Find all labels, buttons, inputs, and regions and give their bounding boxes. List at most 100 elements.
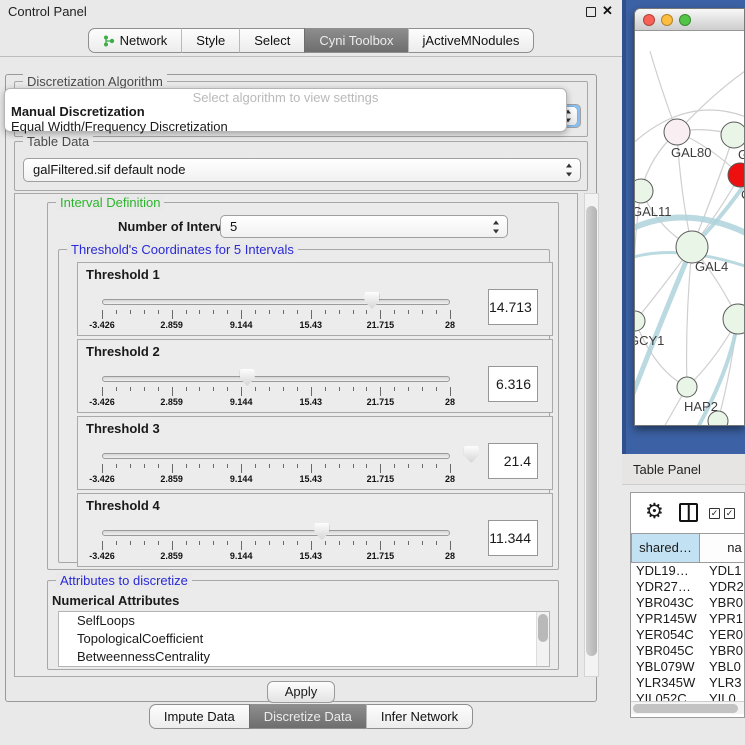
threshold-slider-track[interactable] — [102, 453, 450, 459]
threshold-slider-thumb[interactable] — [364, 292, 379, 309]
table-row[interactable]: YER054CYER0 — [631, 627, 745, 643]
tabbar-divider — [0, 56, 622, 57]
table-row[interactable]: YLR345WYLR3 — [631, 675, 745, 691]
threshold-value-field[interactable]: 14.713 — [488, 289, 538, 325]
network-node-gcy1[interactable] — [635, 311, 645, 331]
tick-label: -3.426 — [89, 397, 115, 407]
numerical-attributes-list[interactable]: SelfLoopsTopologicalCoefficientBetweenne… — [58, 611, 550, 667]
threshold-slider-track[interactable] — [102, 299, 450, 305]
close-icon[interactable]: ✕ — [602, 3, 613, 19]
network-node-gal11[interactable] — [635, 179, 653, 203]
popup-item[interactable]: Equal Width/Frequency Discretization — [11, 119, 228, 134]
slider-ticks — [102, 310, 450, 320]
network-canvas[interactable]: GAL80GACGAL11GAL4GCY1HHAP2 — [635, 31, 744, 425]
network-node-h-node[interactable] — [723, 304, 744, 334]
network-edge[interactable] — [677, 61, 744, 132]
table-cell: YDL1 — [700, 563, 745, 579]
checkbox-icon[interactable]: ✓ — [724, 508, 735, 519]
attribute-list-item[interactable]: TopologicalCoefficient — [59, 630, 549, 648]
table-cell: YBR0 — [700, 595, 745, 611]
node-label: C — [741, 187, 744, 202]
threshold-value-field[interactable]: 11.344 — [488, 520, 538, 556]
tab-label: jActiveMNodules — [423, 29, 520, 52]
tick-label: 28 — [445, 551, 455, 561]
table-cell: YBR043C — [631, 595, 700, 611]
table-row[interactable]: YBR045CYBR0 — [631, 643, 745, 659]
table-data-group: Table Data galFiltered.sif default node — [14, 141, 588, 191]
tab-style[interactable]: Style — [181, 28, 239, 53]
tick-label: 9.144 — [230, 397, 253, 407]
network-window-titlebar[interactable] — [635, 9, 744, 31]
table-row[interactable]: YBR043CYBR0 — [631, 595, 745, 611]
number-of-intervals-combo[interactable]: 5 — [220, 215, 508, 238]
tick-label: 9.144 — [230, 551, 253, 561]
scrollbar-thumb[interactable] — [586, 206, 597, 656]
tick-label: -3.426 — [89, 551, 115, 561]
network-edge[interactable] — [635, 321, 687, 387]
list-scrollbar[interactable] — [536, 612, 549, 666]
tab-select[interactable]: Select — [239, 28, 304, 53]
combo-stepper[interactable] — [492, 220, 501, 233]
float-window-icon[interactable] — [586, 7, 596, 17]
threshold-slider-track[interactable] — [102, 376, 450, 382]
tab-label: Style — [196, 29, 225, 52]
threshold-value-field[interactable]: 6.316 — [488, 366, 538, 402]
threshold-slider-thumb[interactable] — [314, 523, 329, 540]
table-panel-title: Table Panel — [633, 462, 701, 477]
column-header-1[interactable]: shared… — [631, 533, 700, 563]
tick-label: 28 — [445, 474, 455, 484]
tab-network[interactable]: Network — [88, 28, 182, 53]
desktop-background: GAL80GACGAL11GAL4GCY1HHAP2 — [622, 0, 745, 454]
tab-cyni-toolbox[interactable]: Cyni Toolbox — [304, 28, 407, 53]
tick-label: 21.715 — [367, 320, 395, 330]
network-edge[interactable] — [687, 247, 692, 387]
main-scrollbar[interactable] — [584, 193, 599, 677]
node-label: GA — [738, 147, 744, 162]
split-column-icon[interactable] — [679, 503, 698, 522]
table-cell: YPR145W — [631, 611, 700, 627]
zoom-traffic-light[interactable] — [679, 14, 691, 26]
table-row[interactable]: YBL079WYBL0 — [631, 659, 745, 675]
table-row[interactable]: YDL19…YDL1 — [631, 563, 745, 579]
gear-icon[interactable]: ⚙ — [645, 499, 664, 524]
combo-stepper[interactable] — [565, 164, 574, 177]
table-cell: YDL19… — [631, 563, 700, 579]
threshold-value-field[interactable]: 21.4 — [488, 443, 538, 479]
table-row[interactable]: YPR145WYPR1 — [631, 611, 745, 627]
apply-button[interactable]: Apply — [267, 681, 335, 703]
tab-jactivemnodules[interactable]: jActiveMNodules — [408, 28, 535, 53]
tab-label: Select — [254, 29, 290, 52]
table-row[interactable]: YDR27…YDR2 — [631, 579, 745, 595]
popup-header: Select algorithm to view settings — [5, 90, 566, 105]
tick-label: 21.715 — [367, 551, 395, 561]
threshold-slider-track[interactable] — [102, 530, 450, 536]
node-table: ⚙ ✓ ✓ shared…na YDL19…YDL1YDR27…YDR2YBR0… — [630, 492, 745, 718]
tick-label: 2.859 — [160, 397, 183, 407]
attribute-list-item[interactable]: SelfLoops — [59, 612, 549, 630]
group-title: Discretization Algorithm — [23, 74, 167, 89]
network-node-hap2[interactable] — [677, 377, 697, 397]
threshold-slider-thumb[interactable] — [240, 369, 255, 386]
checkbox-icon[interactable]: ✓ — [709, 508, 720, 519]
close-traffic-light[interactable] — [643, 14, 655, 26]
tab-discretize-data[interactable]: Discretize Data — [249, 704, 366, 729]
attribute-list-item[interactable]: BetweennessCentrality — [59, 648, 549, 666]
tab-infer-network[interactable]: Infer Network — [366, 704, 473, 729]
tick-label: 21.715 — [367, 397, 395, 407]
table-cell: YBL0 — [700, 659, 745, 675]
scrollbar-thumb[interactable] — [538, 614, 548, 642]
table-horizontal-scrollbar[interactable] — [631, 701, 744, 714]
column-header-2[interactable]: na — [700, 533, 745, 563]
threshold-label: Threshold 3 — [86, 421, 160, 436]
network-node-g-top[interactable] — [721, 122, 744, 148]
tick-label: 2.859 — [160, 320, 183, 330]
minimize-traffic-light[interactable] — [661, 14, 673, 26]
network-node-gal80[interactable] — [664, 119, 690, 145]
network-view-window[interactable]: GAL80GACGAL11GAL4GCY1HHAP2 — [634, 8, 745, 426]
scrollbar-thumb[interactable] — [633, 704, 738, 713]
tab-impute-data[interactable]: Impute Data — [149, 704, 249, 729]
threshold-slider-thumb[interactable] — [464, 446, 479, 463]
tab-label: Cyni Toolbox — [319, 29, 393, 52]
popup-item[interactable]: Manual Discretization — [11, 104, 145, 119]
table-data-combo[interactable]: galFiltered.sif default node — [23, 158, 581, 182]
